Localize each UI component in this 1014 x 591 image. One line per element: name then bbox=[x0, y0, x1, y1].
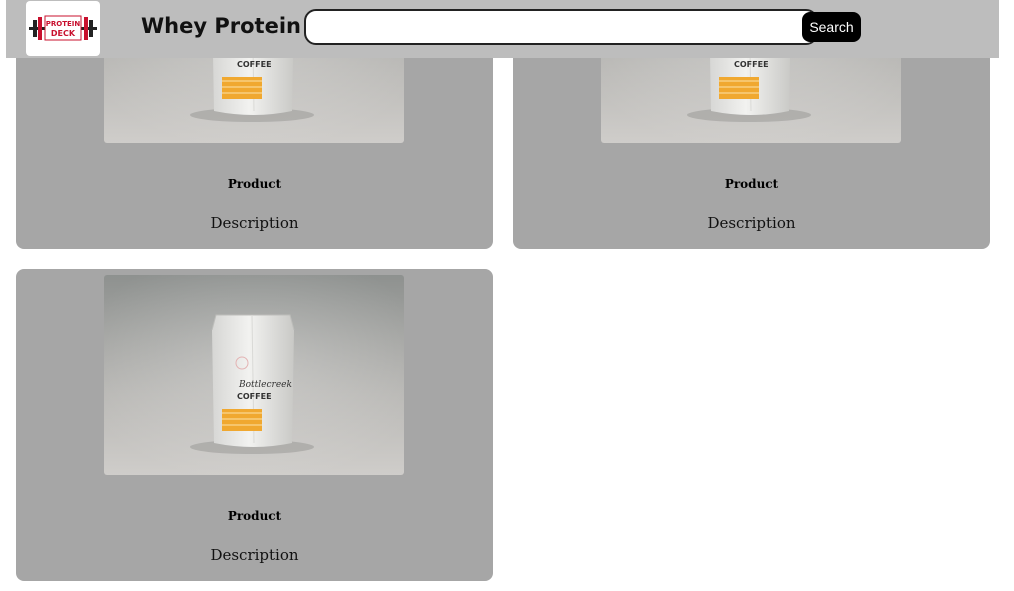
page: Bottlecreek COFFEE Product Description bbox=[0, 0, 1014, 591]
product-image[interactable]: Bottlecreek COFFEE bbox=[104, 275, 404, 475]
svg-text:COFFEE: COFFEE bbox=[734, 60, 769, 69]
logo-text: PROTEIN bbox=[46, 20, 81, 28]
page-title: Whey Protein bbox=[141, 14, 301, 38]
product-description: Description bbox=[210, 546, 299, 564]
svg-text:COFFEE: COFFEE bbox=[237, 392, 272, 401]
product-description: Description bbox=[707, 214, 796, 232]
svg-text:DECK: DECK bbox=[51, 29, 76, 38]
product-name: Product bbox=[227, 509, 282, 523]
logo[interactable]: PROTEIN DECK bbox=[26, 1, 100, 56]
product-description: Description bbox=[210, 214, 299, 232]
product-name: Product bbox=[724, 177, 779, 191]
product-name: Product bbox=[227, 177, 282, 191]
search-button[interactable]: Search bbox=[802, 12, 861, 42]
product-card[interactable]: Bottlecreek COFFEE Product Description bbox=[16, 269, 493, 581]
header-bar: PROTEIN DECK Whey Protein Search bbox=[6, 0, 999, 58]
search-input[interactable] bbox=[304, 9, 818, 45]
bag-brand-text: Bottlecreek bbox=[238, 380, 292, 390]
svg-text:COFFEE: COFFEE bbox=[237, 60, 272, 69]
